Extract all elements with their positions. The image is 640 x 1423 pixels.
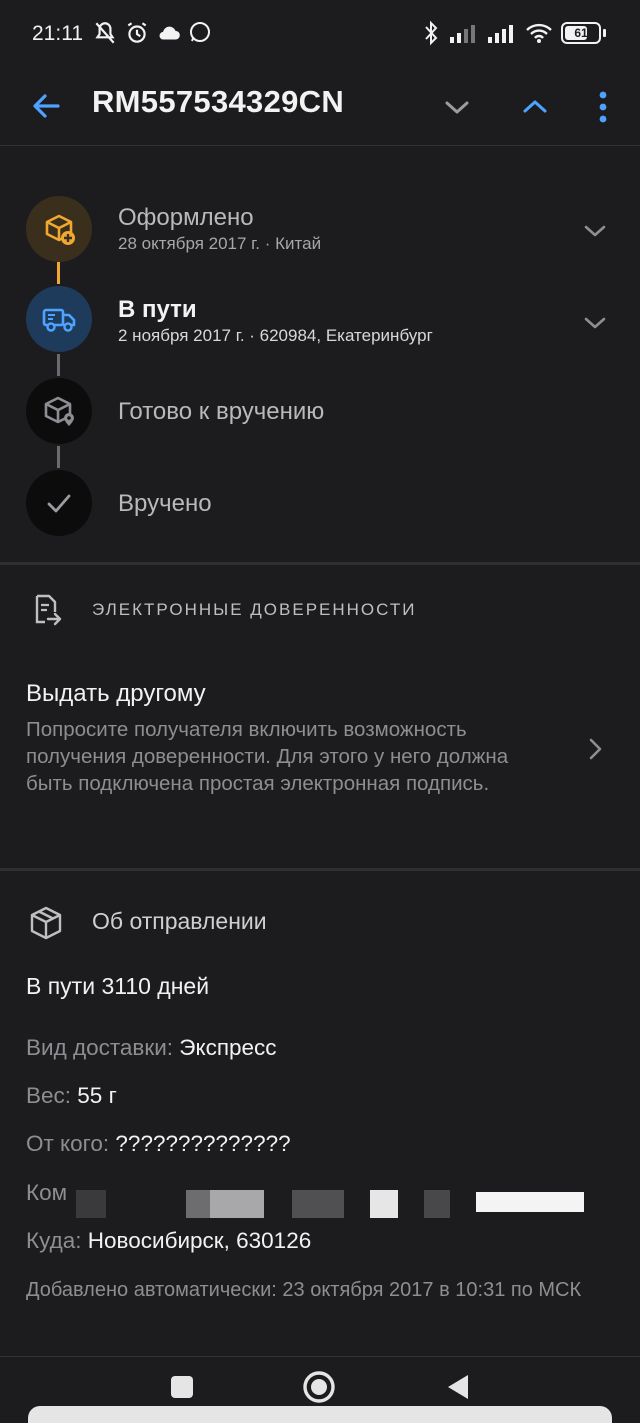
triangle-back-icon	[448, 1375, 468, 1399]
give-to-other-title: Выдать другому	[26, 680, 206, 707]
sender-label: От кого:	[26, 1131, 110, 1156]
step-subtitle: 2 ноября 2017 г. · 620984, Екатеринбург	[118, 326, 433, 345]
chevron-right-icon	[589, 738, 602, 760]
home-circle-icon	[303, 1371, 335, 1403]
chevron-down-icon	[445, 101, 469, 114]
recipient-row: Ком	[26, 1180, 67, 1206]
destination-value: Новосибирск, 630126	[87, 1228, 312, 1253]
sender-value: ??????????????	[115, 1131, 291, 1156]
timeline-step-ready: Готово к вручению	[0, 354, 640, 446]
more-vertical-icon	[599, 91, 607, 123]
added-automatically-note: Добавлено автоматически: 23 октября 2017…	[26, 1279, 582, 1301]
timeline-step-registered[interactable]: Оформлено 28 октября 2017 г. · Китай	[0, 170, 640, 262]
step-title: Оформлено	[118, 204, 254, 231]
tracking-timeline: Оформлено 28 октября 2017 г. · Китай В п…	[0, 170, 640, 562]
delivery-type-value: Экспресс	[179, 1035, 277, 1060]
back-nav-button[interactable]	[438, 1367, 478, 1407]
more-options-button[interactable]	[588, 86, 618, 128]
document-sign-icon	[35, 594, 62, 626]
previous-shipment-button[interactable]	[514, 86, 556, 128]
notification-icons	[92, 20, 212, 46]
signal-icon	[450, 25, 475, 43]
package-icon	[30, 906, 62, 940]
delivery-type-row: Вид доставки: Экспресс	[26, 1035, 277, 1061]
truck-icon	[26, 286, 92, 352]
mute-bell-icon	[95, 22, 115, 44]
home-button[interactable]	[299, 1367, 339, 1407]
wifi-icon	[526, 23, 552, 43]
section-divider	[0, 562, 640, 565]
whatsapp-icon	[190, 22, 210, 42]
days-in-transit: В пути 3110 дней	[26, 973, 210, 999]
next-shipment-button[interactable]	[436, 86, 478, 128]
check-icon	[26, 470, 92, 536]
step-title: В пути	[118, 296, 197, 323]
step-title: Готово к вручению	[118, 398, 325, 425]
arrow-left-icon	[33, 94, 60, 118]
status-time: 21:11	[32, 22, 83, 45]
square-icon	[171, 1376, 193, 1398]
give-to-other-row[interactable]: Выдать другому Попросите получателя вклю…	[0, 672, 640, 832]
section-title: ЭЛЕКТРОННЫЕ ДОВЕРЕННОСТИ	[92, 600, 417, 619]
chevron-down-icon	[584, 317, 606, 329]
back-button[interactable]	[26, 86, 66, 126]
battery-indicator: 61	[561, 22, 601, 44]
battery-level: 61	[574, 26, 588, 40]
proxy-section-header: ЭЛЕКТРОННЫЕ ДОВЕРЕННОСТИ	[0, 580, 640, 640]
timeline-step-delivered: Вручено	[0, 446, 640, 538]
recents-button[interactable]	[162, 1367, 202, 1407]
weight-label: Вес:	[26, 1083, 72, 1108]
destination-row: Куда: Новосибирск, 630126	[26, 1228, 311, 1254]
chevron-down-icon	[584, 225, 606, 237]
recipient-label: Ком	[26, 1180, 68, 1205]
timeline-step-in-transit[interactable]: В пути 2 ноября 2017 г. · 620984, Екатер…	[0, 262, 640, 354]
alarm-icon	[127, 22, 147, 43]
sender-row: От кого: ??????????????	[26, 1131, 291, 1157]
page-title: RM557534329CN	[92, 84, 345, 119]
app-bar: RM557534329CN	[0, 68, 640, 146]
package-add-icon	[26, 196, 92, 262]
shipment-section-header: Об отправлении	[0, 893, 640, 953]
chevron-up-icon	[523, 100, 547, 113]
signal-icon-2	[488, 25, 513, 43]
section-divider	[0, 868, 640, 871]
cloud-icon	[159, 26, 180, 40]
give-to-other-description: Попросите получателя включить возможност…	[26, 718, 509, 795]
package-pin-icon	[26, 378, 92, 444]
system-icons: 61	[423, 20, 606, 46]
delivery-type-label: Вид доставки:	[26, 1035, 174, 1060]
bluetooth-icon	[425, 20, 438, 46]
status-bar: 21:11 61	[0, 0, 640, 68]
destination-label: Куда:	[26, 1228, 82, 1253]
ad-banner-strip[interactable]	[28, 1406, 612, 1423]
weight-value: 55 г	[77, 1083, 117, 1108]
step-subtitle: 28 октября 2017 г. · Китай	[118, 234, 322, 253]
section-title: Об отправлении	[92, 908, 267, 934]
step-title: Вручено	[118, 490, 212, 517]
weight-row: Вес: 55 г	[26, 1083, 117, 1109]
